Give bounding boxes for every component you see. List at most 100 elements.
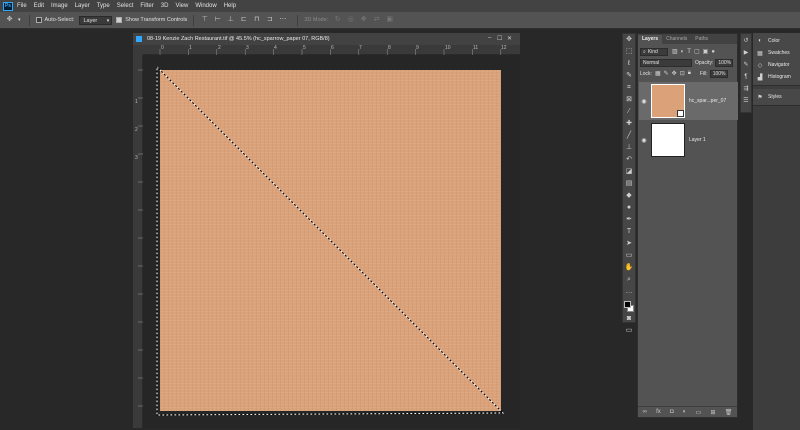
color-swatches[interactable] — [623, 300, 635, 313]
hand-icon[interactable]: ✋ — [623, 262, 635, 274]
3d-roll-icon[interactable]: ◎ — [346, 16, 355, 24]
show-transform-checkbox[interactable] — [116, 17, 123, 23]
eyedropper-icon[interactable]: ⁄ — [623, 106, 635, 118]
tab-channels[interactable]: Channels — [662, 35, 691, 44]
3d-orbit-icon[interactable]: ↻ — [333, 16, 342, 24]
lock-position-icon[interactable]: ✥ — [672, 70, 677, 77]
tab-layers[interactable]: Layers — [638, 35, 663, 44]
panel-navigator[interactable]: ◇ Navigator — [753, 59, 800, 71]
lock-transparency-icon[interactable]: ▦ — [655, 70, 661, 77]
menu-layer[interactable]: Layer — [75, 3, 90, 9]
brush-icon[interactable]: ╱ — [623, 130, 635, 142]
add-mask-icon[interactable]: ◘ — [670, 409, 674, 415]
minimize-icon[interactable]: – — [488, 35, 491, 41]
align-right-icon[interactable]: ⊐ — [265, 16, 274, 24]
3d-pan-icon[interactable]: ✥ — [359, 16, 368, 24]
filter-smart-object-icon[interactable]: ▣ — [703, 48, 709, 55]
screen-mode-icon[interactable]: ▭ — [623, 325, 635, 337]
opacity-field[interactable]: 100% — [715, 58, 734, 67]
lock-paint-icon[interactable]: ✎ — [664, 70, 669, 77]
document-tab[interactable]: 08-19 Kenzie Zach Restaurant.tif @ 45.5%… — [133, 33, 520, 45]
lock-artboard-icon[interactable]: ⊡ — [680, 70, 685, 77]
filter-kind-dropdown[interactable]: ⌕ Kind — [640, 47, 668, 56]
layer-name[interactable]: Layer 1 — [689, 137, 706, 143]
blur-icon[interactable]: ◆ — [623, 190, 635, 202]
quick-select-icon[interactable]: ✎ — [623, 70, 635, 82]
filter-adjustment-icon[interactable]: ◐ — [681, 49, 685, 55]
pen-icon[interactable]: ✒ — [623, 214, 635, 226]
menu-view[interactable]: View — [175, 3, 188, 9]
tab-paths[interactable]: Paths — [691, 35, 712, 44]
marquee-icon[interactable]: ⬚ — [623, 46, 635, 58]
brush-settings-icon[interactable]: ¶ — [741, 72, 751, 82]
path-select-icon[interactable]: ➤ — [623, 238, 635, 250]
menu-filter[interactable]: Filter — [140, 3, 153, 9]
fill-field[interactable]: 100% — [709, 69, 728, 78]
move-icon[interactable]: ✥ — [623, 34, 635, 46]
visibility-eye-icon[interactable]: ◉ — [639, 137, 649, 144]
menu-select[interactable]: Select — [117, 3, 134, 9]
type-icon[interactable]: T — [623, 226, 635, 238]
close-icon[interactable]: ✕ — [507, 35, 512, 42]
filter-type-icon[interactable]: T — [687, 49, 691, 55]
menu-help[interactable]: Help — [224, 3, 236, 9]
link-layers-icon[interactable]: ∞ — [643, 409, 647, 415]
adjustments-icon[interactable]: ✎ — [741, 60, 751, 70]
auto-select-target-dropdown[interactable]: Layer — [79, 15, 113, 25]
blend-mode-dropdown[interactable]: Normal — [640, 58, 692, 67]
stamp-icon[interactable]: ⊥ — [623, 142, 635, 154]
eraser-icon[interactable]: ◪ — [623, 166, 635, 178]
menu-3d[interactable]: 3D — [161, 3, 169, 9]
layer-name[interactable]: hc_spar...per_07 — [689, 98, 726, 104]
align-vcenter-icon[interactable]: ⊢ — [213, 16, 222, 24]
healing-icon[interactable]: ✚ — [623, 118, 635, 130]
new-layer-icon[interactable]: ⊞ — [710, 409, 715, 416]
properties-icon[interactable]: ⇶ — [741, 84, 751, 94]
layer-row[interactable]: ◉ Layer 1 — [639, 121, 738, 159]
align-bottom-icon[interactable]: ⊥ — [226, 16, 235, 24]
menu-file[interactable]: File — [17, 3, 27, 9]
panel-swatches[interactable]: ▦ Swatches — [753, 47, 800, 59]
quick-mask-icon[interactable]: ◙ — [623, 313, 635, 325]
horizontal-ruler[interactable]: 0 1 2 3 4 5 6 7 8 9 10 11 12 — [143, 45, 520, 55]
delete-layer-icon[interactable]: 🗑︎ — [725, 409, 733, 416]
foreground-color-swatch[interactable] — [624, 301, 631, 308]
align-left-icon[interactable]: ⊏ — [239, 16, 248, 24]
ruler-origin[interactable] — [133, 45, 143, 55]
align-hcenter-icon[interactable]: ⊓ — [252, 16, 261, 24]
menu-type[interactable]: Type — [97, 3, 110, 9]
filter-shape-icon[interactable]: ▢ — [694, 48, 700, 55]
lock-all-icon[interactable]: 🔒︎ — [688, 70, 691, 77]
distribute-icon[interactable]: ⋯ — [278, 16, 287, 24]
tool-preset-chevron-icon[interactable]: ▾ — [18, 17, 21, 23]
dodge-icon[interactable]: ● — [623, 202, 635, 214]
maximize-icon[interactable]: ☐ — [497, 35, 502, 42]
shape-icon[interactable]: ▭ — [623, 250, 635, 262]
gradient-icon[interactable]: ▤ — [623, 178, 635, 190]
layer-row[interactable]: ◉ hc_spar...per_07 — [639, 82, 738, 120]
menu-image[interactable]: Image — [51, 3, 68, 9]
panel-color[interactable]: ◐ Color — [753, 35, 800, 47]
libraries-icon[interactable]: ☰ — [741, 96, 751, 106]
zoom-icon[interactable]: ⌕ — [623, 274, 635, 286]
panel-histogram[interactable]: ▟ Histogram — [753, 71, 800, 83]
history-icon[interactable]: ↺ — [741, 36, 751, 46]
adjustment-layer-icon[interactable]: ◐ — [683, 409, 687, 415]
frame-icon[interactable]: ⊠ — [623, 94, 635, 106]
filter-pixel-icon[interactable]: ▨ — [672, 48, 678, 55]
visibility-eye-icon[interactable]: ◉ — [639, 98, 649, 105]
play-actions-icon[interactable]: ▶ — [741, 48, 751, 58]
vertical-ruler[interactable]: 1 2 3 — [133, 55, 143, 428]
filter-toggle-icon[interactable]: ● — [711, 49, 715, 55]
panel-styles[interactable]: ⚑ Styles — [753, 91, 800, 103]
history-brush-icon[interactable]: ↶ — [623, 154, 635, 166]
menu-window[interactable]: Window — [195, 3, 216, 9]
more-icon[interactable]: … — [623, 286, 635, 298]
new-group-icon[interactable]: ▭ — [696, 409, 702, 416]
lasso-icon[interactable]: ℓ — [623, 58, 635, 70]
layer-style-icon[interactable]: fx — [656, 409, 661, 415]
move-tool-icon[interactable]: ✥ — [5, 16, 14, 24]
3d-scale-icon[interactable]: ▣ — [385, 16, 394, 24]
3d-slide-icon[interactable]: ⇄ — [372, 16, 381, 24]
align-top-icon[interactable]: ⊤ — [200, 16, 209, 24]
